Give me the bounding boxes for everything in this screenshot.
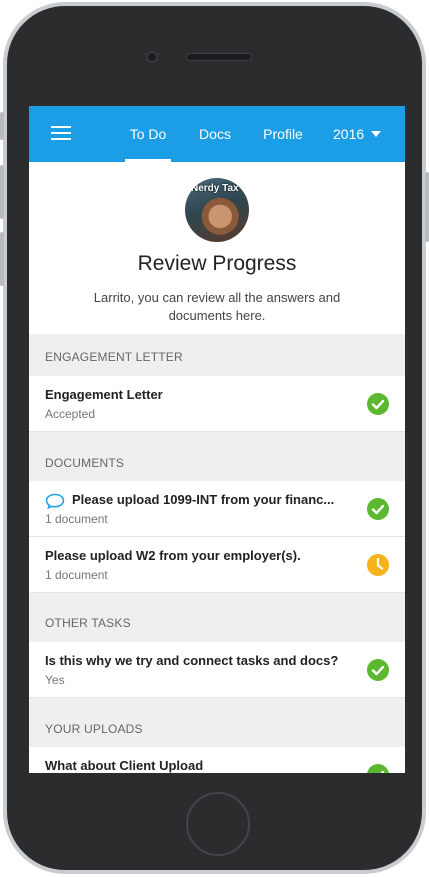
page-title: Review Progress — [137, 252, 297, 275]
section-header-other-tasks: OTHER TASKS — [45, 616, 131, 630]
task-subtitle: Yes — [45, 673, 65, 687]
volume-up-button — [0, 165, 4, 219]
task-title: Please upload W2 from your employer(s). — [45, 548, 301, 563]
home-button[interactable] — [186, 792, 250, 856]
menu-icon[interactable] — [51, 126, 71, 140]
front-camera — [146, 51, 158, 63]
task-row-w2[interactable]: Please upload W2 from your employer(s). … — [29, 537, 405, 593]
volume-down-button — [0, 232, 4, 286]
section-header-your-uploads: YOUR UPLOADS — [45, 722, 143, 736]
power-button — [425, 172, 429, 242]
check-circle-icon — [367, 659, 389, 681]
clock-icon — [367, 554, 389, 576]
task-title: Please upload 1099-INT from your financ.… — [72, 492, 335, 507]
section-header-engagement: ENGAGEMENT LETTER — [45, 350, 183, 364]
check-circle-icon — [367, 764, 389, 773]
task-row-client-upload[interactable]: What about Client Upload — [29, 747, 405, 773]
tab-docs[interactable]: Docs — [197, 106, 233, 162]
task-subtitle: 1 document — [45, 512, 108, 526]
avatar: Nerdy Tax™ — [185, 178, 249, 242]
task-subtitle: Accepted — [45, 407, 96, 421]
section-header-documents: DOCUMENTS — [45, 456, 125, 470]
review-header: Nerdy Tax™ Review Progress Larrito, you … — [29, 162, 405, 334]
chevron-down-icon — [371, 131, 382, 137]
year-dropdown[interactable]: 2016 — [333, 106, 382, 162]
avatar-logo-text: Nerdy Tax™ — [191, 183, 249, 194]
top-navbar: To Do Docs Profile 2016 — [29, 106, 405, 162]
page-subtitle: Larrito, you can review all the answers … — [93, 290, 341, 323]
comment-icon — [45, 493, 65, 509]
app-screen: To Do Docs Profile 2016 Nerdy Tax™ Revie… — [29, 106, 405, 773]
task-subtitle: 1 document — [45, 568, 108, 582]
mute-switch — [0, 112, 4, 140]
task-row-1099-int[interactable]: Please upload 1099-INT from your financ.… — [29, 481, 405, 537]
task-row-connect-tasks[interactable]: Is this why we try and connect tasks and… — [29, 642, 405, 698]
task-title: Engagement Letter — [45, 387, 163, 402]
earpiece-speaker — [186, 53, 252, 61]
year-value: 2016 — [333, 126, 365, 142]
task-title: What about Client Upload — [45, 758, 204, 773]
check-circle-icon — [367, 393, 389, 415]
check-circle-icon — [367, 498, 389, 520]
task-row-engagement-letter[interactable]: Engagement Letter Accepted — [29, 376, 405, 432]
tab-todo[interactable]: To Do — [125, 106, 171, 162]
tab-profile[interactable]: Profile — [261, 106, 305, 162]
task-title: Is this why we try and connect tasks and… — [45, 653, 339, 668]
